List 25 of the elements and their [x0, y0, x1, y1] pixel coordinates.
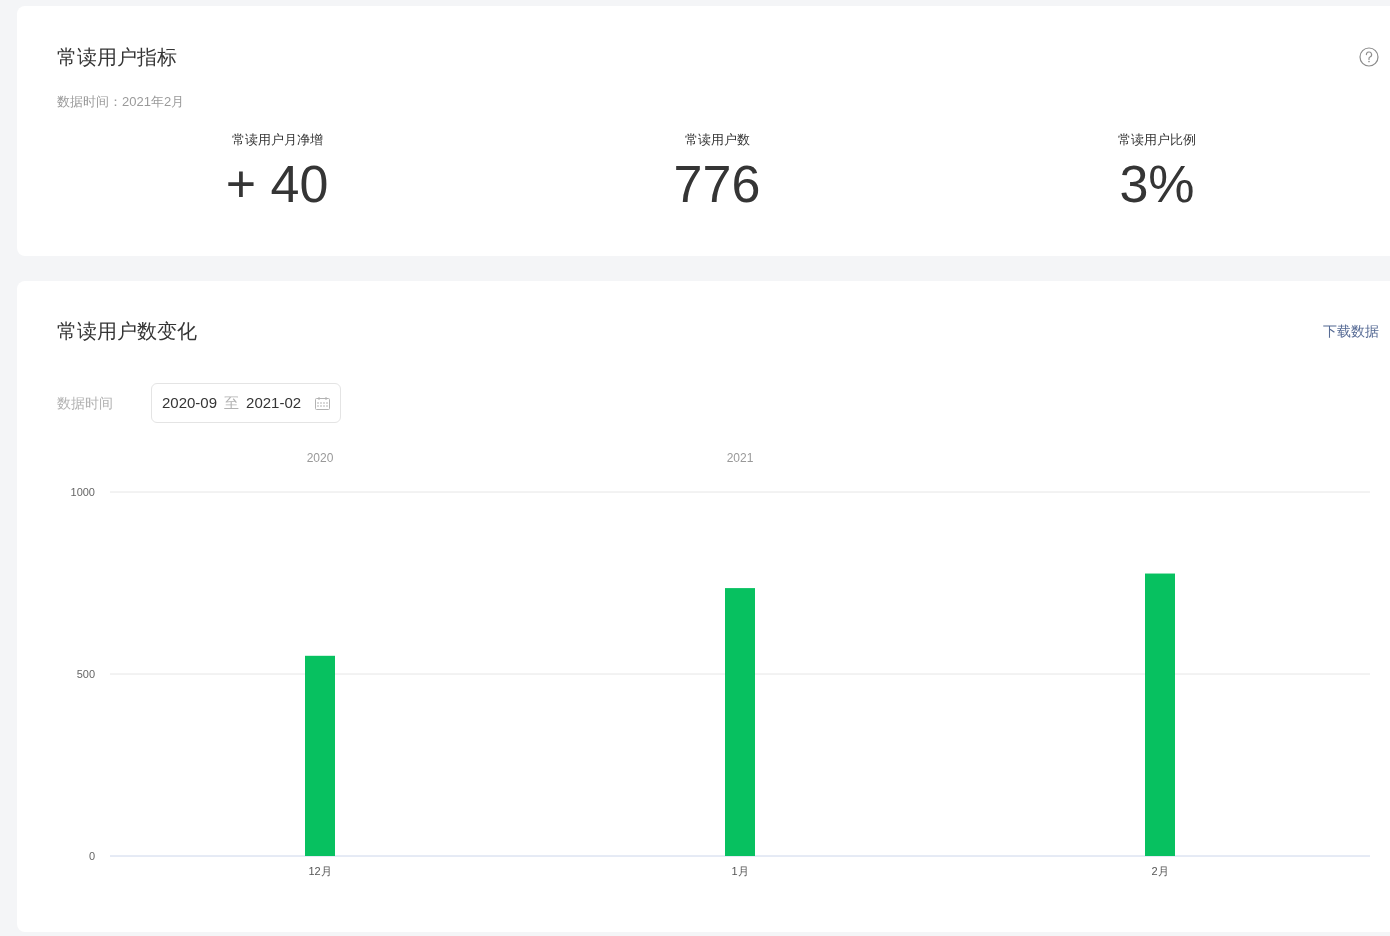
metric-value: + 40	[224, 154, 330, 214]
card-title: 常读用户数变化	[57, 319, 197, 344]
card-title: 常读用户指标	[57, 45, 177, 70]
end-date-value: 2021-02	[246, 392, 302, 413]
year-label: 2021	[726, 451, 754, 465]
download-data-link[interactable]: 下载数据	[1323, 320, 1379, 342]
range-separator: 至	[224, 392, 240, 413]
y-axis-label: 500	[76, 668, 95, 680]
date-filter-label: 数据时间	[57, 393, 114, 413]
metric-label: 常读用户数	[683, 131, 751, 149]
calendar-icon	[315, 396, 330, 410]
metric-value: 776	[672, 154, 762, 214]
start-date-value: 2020-09	[162, 392, 218, 413]
y-axis-label: 0	[88, 850, 95, 862]
x-axis-label: 1月	[731, 865, 749, 877]
metric-label: 常读用户比例	[1117, 131, 1197, 149]
x-axis-label: 12月	[308, 865, 332, 877]
metric-label: 常读用户月净增	[230, 131, 324, 149]
y-axis-label: 1000	[70, 486, 95, 498]
date-range-field[interactable]: 2020-09 至 2021-02	[151, 383, 341, 423]
x-axis-label: 2月	[1151, 865, 1169, 877]
metric-value: 3%	[1118, 154, 1196, 214]
help-icon[interactable]	[1359, 47, 1379, 67]
year-label: 2020	[306, 451, 334, 465]
data-time-text: 数据时间：2021年2月	[57, 93, 186, 111]
